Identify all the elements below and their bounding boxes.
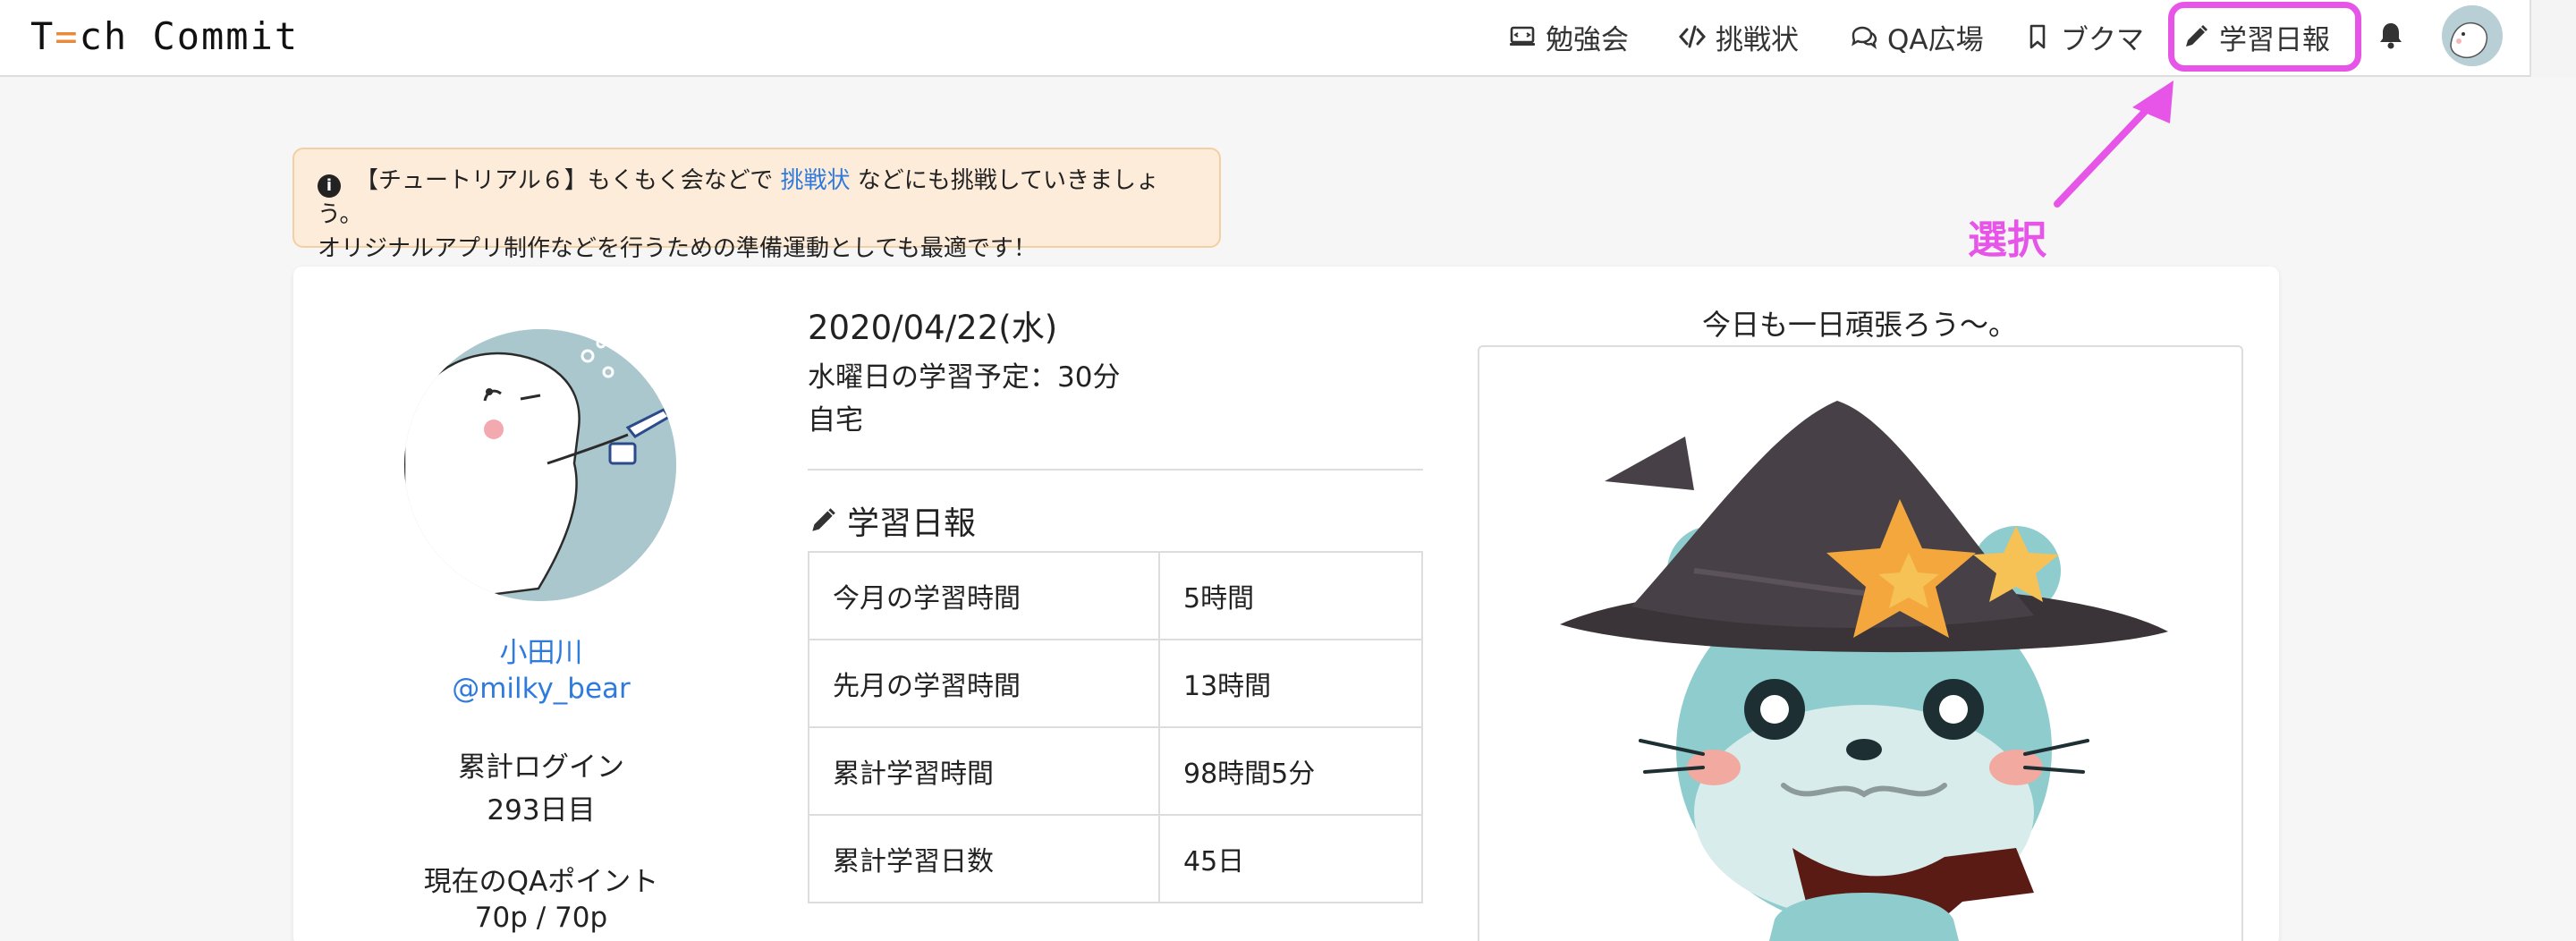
login-count-value: 293日目 xyxy=(487,794,596,827)
user-avatar[interactable] xyxy=(2442,5,2503,66)
truncated-content xyxy=(808,930,987,941)
table-row: 今月の学習時間 5時間 xyxy=(808,551,1423,640)
table-row: 累計学習日数 45日 xyxy=(808,814,1423,903)
alert-line-1: i 【チュートリアル６】もくもく会などで 挑戦状 などにも挑戦していきましょう。 xyxy=(318,164,1196,232)
table-cell-label: 累計学習時間 xyxy=(808,726,1160,816)
qa-points-value: 70p / 70p xyxy=(474,902,608,934)
brand-text-suffix: ch Commit xyxy=(79,14,300,58)
brand-text-prefix: T xyxy=(30,14,55,58)
qa-points-label: 現在のQAポイント xyxy=(423,866,659,898)
nav-bookmark[interactable]: ブクマ xyxy=(2021,16,2144,57)
mascot-illustration xyxy=(1560,401,2168,941)
profile-name[interactable]: 小田川 xyxy=(376,630,707,670)
nav-bookmark-label: ブクマ xyxy=(2061,23,2144,56)
login-count-label: 累計ログイン xyxy=(458,751,624,784)
table-cell-label: 先月の学習時間 xyxy=(808,639,1160,728)
daily-report-heading: 学習日報 xyxy=(808,497,976,544)
table-cell-label: 今月の学習時間 xyxy=(808,551,1160,640)
nav-qa-plaza-label: QA広場 xyxy=(1887,23,1984,56)
pencil-icon xyxy=(812,508,835,531)
table-cell-value: 98時間5分 xyxy=(1158,726,1423,816)
annotation-arrow-icon xyxy=(2054,81,2174,208)
motto-text: 今日も一日頑張ろう〜。 xyxy=(1701,308,2017,342)
study-place: 自宅 xyxy=(808,404,863,437)
table-row: 先月の学習時間 13時間 xyxy=(808,639,1423,728)
scrollbar-track[interactable] xyxy=(2529,0,2576,77)
annotation-label: 選択 xyxy=(1968,217,2046,263)
alert-line-2: オリジナルアプリ制作などを行うための準備運動としても最適です！ xyxy=(318,235,1037,262)
report-date: 2020/04/22(水) xyxy=(808,309,1058,347)
nav-qa-plaza[interactable]: QA広場 xyxy=(1848,16,1984,57)
study-schedule: 水曜日の学習予定：30分 自宅 xyxy=(808,356,1120,442)
code-icon xyxy=(1676,21,1708,53)
nav-study-group[interactable]: 勉強会 xyxy=(1506,16,1629,57)
table-cell-value: 45日 xyxy=(1158,814,1423,903)
bell-icon[interactable] xyxy=(2373,18,2409,54)
table-cell-value: 5時間 xyxy=(1158,551,1423,640)
study-plan: 水曜日の学習予定：30分 xyxy=(808,361,1121,394)
nav-challenge[interactable]: 挑戦状 xyxy=(1676,16,1799,57)
table-cell-value: 13時間 xyxy=(1158,639,1423,728)
info-icon: i xyxy=(318,174,341,198)
info-alert: i 【チュートリアル６】もくもく会などで 挑戦状 などにも挑戦していきましょう。 … xyxy=(292,148,1221,262)
alert-text-before: 【チュートリアル６】もくもく会などで xyxy=(355,167,781,194)
brand-text-accent: = xyxy=(55,14,80,58)
laptop-icon xyxy=(1506,21,1538,53)
profile-avatar xyxy=(404,329,676,601)
challenge-link[interactable]: 挑戦状 xyxy=(781,167,851,194)
nav-challenge-label: 挑戦状 xyxy=(1716,23,1799,56)
profile-handle[interactable]: @milky_bear xyxy=(376,673,707,705)
daily-report-heading-text: 学習日報 xyxy=(847,505,977,542)
study-stats-table: 今月の学習時間 5時間 先月の学習時間 13時間 累計学習時間 98時間5分 累… xyxy=(808,551,1423,903)
brand-logo[interactable]: T=ch Commit xyxy=(30,14,299,58)
mascot-image-frame xyxy=(1478,345,2243,941)
chat-bubbles-icon xyxy=(1848,21,1880,53)
table-row: 累計学習時間 98時間5分 xyxy=(808,726,1423,816)
divider xyxy=(808,469,1423,470)
highlight-box xyxy=(2168,2,2361,72)
bookmark-icon xyxy=(2021,21,2054,53)
nav-study-group-label: 勉強会 xyxy=(1546,23,1629,56)
table-cell-label: 累計学習日数 xyxy=(808,814,1160,903)
